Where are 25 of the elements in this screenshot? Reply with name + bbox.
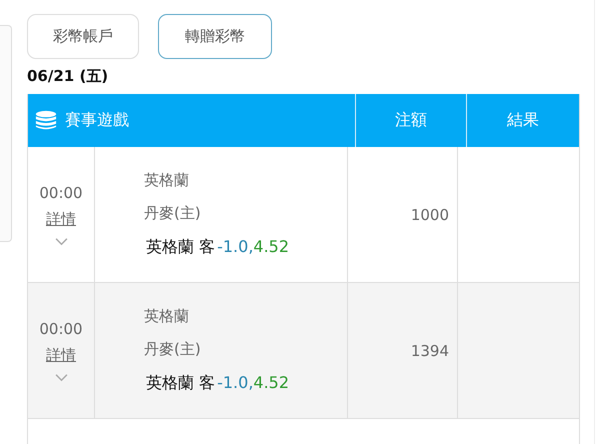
- team-name: 英格蘭: [144, 307, 190, 326]
- odds: 4.52: [253, 373, 290, 392]
- stake-amount: 1000: [410, 206, 449, 224]
- details-link[interactable]: 詳情: [46, 346, 76, 364]
- column-header: 注額: [395, 110, 427, 131]
- team-name: 丹麥(主): [144, 204, 202, 223]
- details-link[interactable]: 詳情: [46, 210, 76, 228]
- odds: 4.52: [253, 237, 290, 256]
- column-header: 賽事遊戲: [65, 110, 129, 131]
- team-name: 英格蘭: [144, 171, 190, 190]
- team-name: 丹麥(主): [144, 340, 202, 359]
- coins-icon: [35, 110, 57, 131]
- date-heading: 06/21 (五): [27, 67, 110, 86]
- tab[interactable]: 彩幣帳戶: [27, 14, 139, 59]
- column-header: 結果: [507, 110, 539, 131]
- tab[interactable]: 轉贈彩幣: [158, 14, 272, 59]
- handicap: -1.0,: [217, 237, 254, 256]
- bet-pick: 英格蘭 客: [146, 237, 216, 258]
- chevron-down-icon[interactable]: [54, 372, 68, 382]
- handicap: -1.0,: [217, 373, 254, 392]
- chevron-down-icon[interactable]: [54, 236, 68, 246]
- match-time: 00:00: [39, 320, 83, 338]
- bet-pick: 英格蘭 客: [146, 373, 216, 394]
- match-time: 00:00: [39, 184, 83, 202]
- stake-amount: 1394: [410, 342, 449, 360]
